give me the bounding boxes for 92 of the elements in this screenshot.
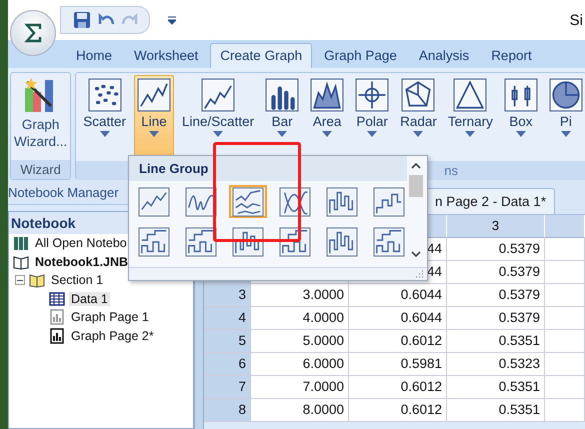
pie-chart-icon	[548, 78, 583, 112]
line-style-option[interactable]	[229, 185, 267, 218]
table-cell: 3.0000	[251, 284, 349, 307]
tree-item[interactable]: Data 1	[69, 292, 110, 306]
table-cell	[545, 307, 585, 330]
row-header[interactable]: 7	[204, 376, 251, 399]
tree-item[interactable]: Graph Page 2*	[69, 328, 156, 343]
graph-wizard-button[interactable]: Graph Wizard...	[11, 73, 70, 153]
table-cell: 0.5323	[447, 353, 545, 376]
table-cell: 0.6012	[349, 376, 447, 399]
table-cell: 0.6044	[349, 284, 447, 307]
line-chart-icon	[137, 78, 172, 112]
collapse-toggle[interactable]	[15, 275, 25, 286]
caret-icon	[277, 131, 288, 137]
worksheet-icon	[49, 290, 65, 307]
caret-icon	[560, 131, 571, 137]
table-cell: 0.6044	[349, 307, 447, 330]
box-chart-icon	[504, 78, 538, 112]
table-cell	[545, 399, 585, 422]
graph-page-icon	[49, 328, 65, 344]
graph-page-icon	[49, 309, 65, 326]
table-cell: 4.0000	[251, 307, 349, 330]
area-chart-icon	[310, 78, 344, 112]
table-cell	[545, 376, 585, 399]
scatter-graph-button[interactable]: Scatter	[80, 75, 130, 161]
notebook-icon	[13, 254, 29, 270]
ternary-chart-icon	[453, 78, 488, 112]
row-header[interactable]: 5	[204, 330, 251, 353]
window-title: Si	[570, 12, 584, 28]
row-header[interactable]: 8	[204, 399, 251, 422]
table-cell	[545, 330, 585, 353]
ribbon-tab[interactable]: Report	[481, 43, 542, 68]
section-icon	[29, 272, 45, 288]
table-cell	[545, 284, 585, 307]
row-header[interactable]: 4	[204, 307, 251, 330]
caret-icon	[413, 131, 424, 137]
radar-chart-icon	[401, 78, 436, 112]
table-cell	[545, 353, 585, 376]
table-cell: 0.6012	[349, 399, 447, 422]
resize-grip-icon[interactable]	[416, 270, 424, 278]
tree-item[interactable]: Graph Page 1	[69, 310, 151, 324]
table-cell: 6.0000	[251, 353, 349, 376]
table-cell: 0.5379	[447, 261, 545, 284]
table-cell: 0.5351	[447, 330, 545, 353]
column-header[interactable]: 3	[447, 215, 545, 238]
tree-item[interactable]: All Open Notebo	[33, 236, 129, 250]
bar-chart-icon	[265, 78, 300, 112]
table-cell: 0.5379	[447, 284, 545, 307]
customize-caret-icon[interactable]	[168, 15, 176, 25]
notebooks-icon	[13, 235, 29, 252]
ribbon-tab[interactable]: Analysis	[408, 43, 480, 68]
ribbon-tab[interactable]: Graph Page	[314, 43, 407, 68]
save-icon[interactable]	[73, 11, 91, 29]
scroll-down-icon[interactable]	[411, 250, 421, 258]
caret-icon	[322, 131, 332, 137]
caret-icon	[465, 131, 476, 137]
gallery-title: Line Group	[129, 156, 407, 181]
group-label: Wizard	[11, 160, 70, 179]
sheet-tab[interactable]: n Page 2 - Data 1*	[426, 188, 556, 214]
caret-icon	[100, 131, 110, 137]
table-cell: 8.0000	[251, 399, 349, 422]
caret-icon	[367, 131, 378, 137]
row-header[interactable]: 3	[204, 284, 251, 307]
ribbon-tab[interactable]: Create Graph	[210, 43, 312, 68]
table-cell: 0.5351	[447, 399, 545, 422]
caret-icon	[149, 131, 160, 137]
caret-icon	[213, 131, 224, 137]
polar-chart-icon	[355, 78, 390, 112]
scroll-up-icon[interactable]	[411, 162, 421, 170]
tree-item[interactable]: Section 1	[49, 273, 106, 288]
linescatter-chart-icon	[201, 78, 236, 112]
ribbon-tab[interactable]: Home	[66, 43, 122, 68]
table-cell: 7.0000	[251, 376, 349, 399]
ternary-graph-button[interactable]: Ternary	[444, 75, 496, 161]
table-cell	[545, 238, 585, 261]
sigma-icon	[22, 22, 44, 44]
table-cell	[545, 261, 585, 284]
pie-graph-button[interactable]: Pi	[546, 75, 585, 161]
row-header[interactable]: 6	[204, 353, 251, 376]
table-cell: 0.5379	[447, 238, 545, 261]
scatter-chart-icon	[88, 78, 122, 112]
table-cell: 0.5981	[349, 353, 447, 376]
scrollbar-thumb[interactable]	[409, 175, 423, 197]
table-cell: 0.6012	[349, 330, 447, 353]
caret-icon	[516, 131, 526, 137]
app-menu-button[interactable]	[10, 10, 56, 56]
box-graph-button[interactable]: Box	[500, 75, 541, 161]
ribbon-tab[interactable]: Worksheet	[124, 43, 208, 68]
table-cell: 5.0000	[251, 330, 349, 353]
tree-item[interactable]: Notebook1.JNB	[33, 254, 130, 269]
table-cell: 0.5379	[447, 307, 545, 330]
table-cell: 0.5351	[447, 376, 545, 399]
